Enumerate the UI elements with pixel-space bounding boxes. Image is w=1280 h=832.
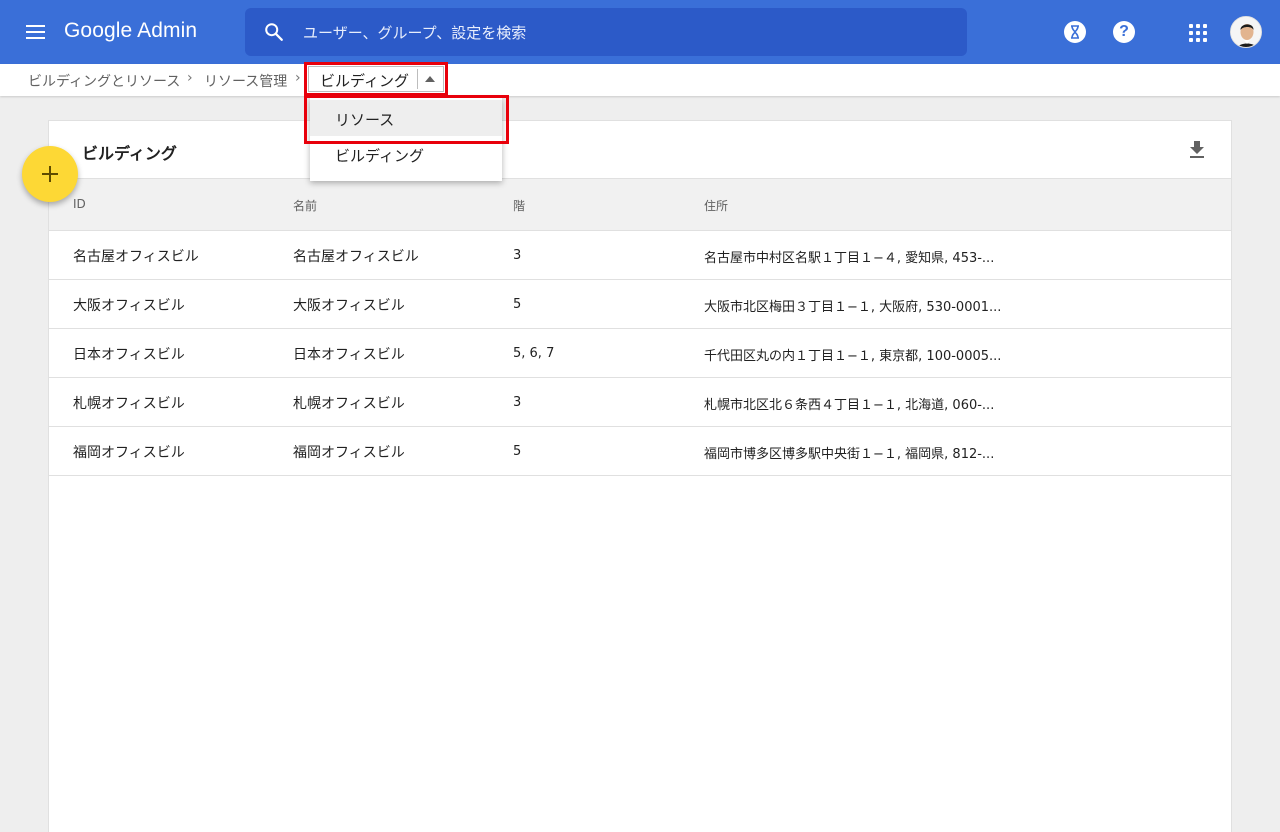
hourglass-icon[interactable] bbox=[1064, 21, 1086, 43]
cell-name: 福岡オフィスビル bbox=[293, 445, 405, 461]
app-bar: Google Admin ユーザー、グループ、設定を検索 ? bbox=[0, 0, 1280, 64]
cell-id: 福岡オフィスビル bbox=[73, 445, 185, 461]
cell-name: 日本オフィスビル bbox=[293, 347, 405, 363]
highlight-box-select bbox=[304, 62, 448, 96]
search-placeholder: ユーザー、グループ、設定を検索 bbox=[303, 24, 527, 42]
table-row[interactable]: 名古屋オフィスビル 名古屋オフィスビル 3 名古屋市中村区名駅１丁目１−４, 愛… bbox=[49, 231, 1231, 280]
cell-floors: 5 bbox=[513, 297, 522, 312]
breadcrumb-separator: › bbox=[187, 70, 193, 86]
cell-id: 札幌オフィスビル bbox=[73, 396, 185, 412]
table-row[interactable]: 大阪オフィスビル 大阪オフィスビル 5 大阪市北区梅田３丁目１−１, 大阪府, … bbox=[49, 280, 1231, 329]
table-row[interactable]: 札幌オフィスビル 札幌オフィスビル 3 札幌市北区北６条西４丁目１−１, 北海道… bbox=[49, 378, 1231, 427]
column-header-name[interactable]: 名前 bbox=[293, 197, 317, 214]
avatar[interactable] bbox=[1230, 16, 1262, 48]
cell-address: 札幌市北区北６条西４丁目１−１, 北海道, 060-... bbox=[704, 398, 995, 413]
cell-address: 千代田区丸の内１丁目１−１, 東京都, 100-0005... bbox=[704, 349, 1002, 364]
search-icon bbox=[265, 23, 283, 41]
add-building-button[interactable] bbox=[22, 146, 78, 202]
cell-address: 大阪市北区梅田３丁目１−１, 大阪府, 530-0001... bbox=[704, 300, 1002, 315]
breadcrumb-buildings-resources[interactable]: ビルディングとリソース bbox=[28, 71, 180, 91]
apps-grid-icon[interactable] bbox=[1189, 24, 1207, 42]
cell-name: 名古屋オフィスビル bbox=[293, 249, 419, 265]
cell-address: 福岡市博多区博多駅中央街１−１, 福岡県, 812-... bbox=[704, 447, 995, 462]
table-row[interactable]: 福岡オフィスビル 福岡オフィスビル 5 福岡市博多区博多駅中央街１−１, 福岡県… bbox=[49, 427, 1231, 476]
card-title: ビルディング bbox=[82, 144, 177, 163]
buildings-card: ビルディング ID 名前 階 住所 名古屋オフィスビル 名古屋オフィスビル 3 … bbox=[48, 120, 1232, 832]
cell-floors: 3 bbox=[513, 248, 522, 263]
menu-item-label: ビルディング bbox=[335, 147, 424, 165]
cell-address: 名古屋市中村区名駅１丁目１−４, 愛知県, 453-... bbox=[704, 251, 995, 266]
search-input[interactable]: ユーザー、グループ、設定を検索 bbox=[245, 8, 967, 56]
plus-icon bbox=[49, 166, 51, 182]
column-header-floors[interactable]: 階 bbox=[513, 197, 525, 214]
app-logo[interactable]: Google Admin bbox=[64, 19, 197, 43]
download-icon[interactable] bbox=[1185, 138, 1209, 162]
cell-id: 日本オフィスビル bbox=[73, 347, 185, 363]
cell-floors: 3 bbox=[513, 395, 522, 410]
help-icon[interactable]: ? bbox=[1113, 21, 1135, 43]
hamburger-icon[interactable] bbox=[18, 18, 54, 46]
cell-id: 名古屋オフィスビル bbox=[73, 249, 199, 265]
breadcrumb-resource-management[interactable]: リソース管理 bbox=[204, 71, 287, 91]
column-header-id[interactable]: ID bbox=[73, 197, 86, 211]
cell-floors: 5, 6, 7 bbox=[513, 346, 555, 361]
table-row[interactable]: 日本オフィスビル 日本オフィスビル 5, 6, 7 千代田区丸の内１丁目１−１,… bbox=[49, 329, 1231, 378]
cell-id: 大阪オフィスビル bbox=[73, 298, 185, 314]
table-header: ID 名前 階 住所 bbox=[49, 178, 1231, 231]
cell-floors: 5 bbox=[513, 444, 522, 459]
breadcrumb: ビルディングとリソース › リソース管理 › bbox=[0, 64, 1280, 96]
highlight-box-menu-item bbox=[304, 95, 509, 144]
breadcrumb-separator: › bbox=[295, 70, 301, 86]
cell-name: 札幌オフィスビル bbox=[293, 396, 405, 412]
cell-name: 大阪オフィスビル bbox=[293, 298, 405, 314]
column-header-address[interactable]: 住所 bbox=[704, 197, 728, 214]
